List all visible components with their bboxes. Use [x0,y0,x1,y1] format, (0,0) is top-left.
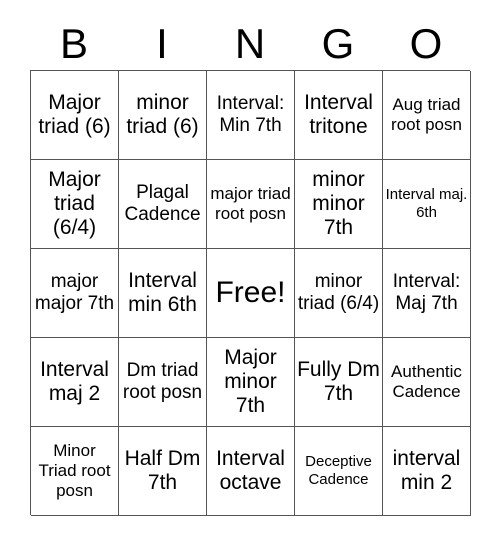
bingo-cell-label: Deceptive Cadence [305,453,372,488]
bingo-cell-label: Authentic Cadence [391,362,462,401]
bingo-header-row: B I N G O [30,18,470,70]
bingo-cell-r1c3[interactable]: Interval: Min 7th [207,71,295,160]
bingo-cell-r2c2[interactable]: Plagal Cadence [119,160,207,249]
bingo-cell-label: Major minor 7th [224,346,277,417]
bingo-cell-label: Interval maj 2 [40,358,109,405]
bingo-cell-label: Aug triad root posn [391,95,462,134]
bingo-cell-r2c5[interactable]: Interval maj. 6th [383,160,471,249]
bingo-grid: Major triad (6) minor triad (6) Interval… [30,70,471,516]
bingo-cell-label: interval min 2 [392,447,461,494]
bingo-cell-r1c2[interactable]: minor triad (6) [119,71,207,160]
bingo-cell-r2c4[interactable]: minor minor 7th [295,160,383,249]
bingo-cell-r1c1[interactable]: Major triad (6) [31,71,119,160]
bingo-cell-label: minor triad (6) [126,91,199,138]
bingo-cell-r2c1[interactable]: Major triad (6/4) [31,160,119,249]
bingo-free-space-label: Free! [215,276,286,310]
bingo-card: B I N G O Major triad (6) minor triad (6… [0,0,500,544]
bingo-cell-label: Interval tritone [304,91,373,138]
bingo-cell-label: minor minor 7th [312,168,365,239]
bingo-cell-r5c1[interactable]: Minor Triad root posn [31,427,119,516]
bingo-cell-r3c5[interactable]: Interval: Maj 7th [383,249,471,338]
bingo-header-letter-g: G [321,20,355,67]
bingo-cell-r5c3[interactable]: Interval octave [207,427,295,516]
bingo-cell-free-space[interactable]: Free! [207,249,295,338]
bingo-cell-r3c2[interactable]: Interval min 6th [119,249,207,338]
bingo-header-letter-n: N [234,20,266,67]
bingo-cell-r5c4[interactable]: Deceptive Cadence [295,427,383,516]
bingo-cell-label: major triad root posn [210,184,291,223]
bingo-cell-r5c5[interactable]: interval min 2 [383,427,471,516]
bingo-cell-r4c5[interactable]: Authentic Cadence [383,338,471,427]
bingo-cell-r1c5[interactable]: Aug triad root posn [383,71,471,160]
bingo-cell-label: Fully Dm 7th [297,358,380,405]
bingo-cell-label: Interval octave [216,447,285,494]
bingo-cell-label: Major triad (6) [38,91,111,138]
bingo-cell-r4c4[interactable]: Fully Dm 7th [295,338,383,427]
bingo-cell-r3c4[interactable]: minor triad (6/4) [295,249,383,338]
bingo-cell-label: major major 7th [34,271,115,314]
bingo-cell-label: Minor Triad root posn [38,441,111,500]
bingo-header-letter-i: I [156,20,168,67]
bingo-cell-r1c4[interactable]: Interval tritone [295,71,383,160]
bingo-cell-label: Major triad (6/4) [48,168,101,239]
bingo-cell-label: Interval: Maj 7th [392,271,461,314]
bingo-cell-label: Half Dm 7th [124,447,201,494]
bingo-cell-label: Plagal Cadence [124,182,201,225]
bingo-cell-label: Interval min 6th [128,269,197,316]
bingo-cell-r4c2[interactable]: Dm triad root posn [119,338,207,427]
bingo-cell-label: Interval maj. 6th [385,186,468,221]
bingo-cell-label: Dm triad root posn [122,360,203,403]
bingo-cell-r5c2[interactable]: Half Dm 7th [119,427,207,516]
bingo-header-letter-o: O [409,20,443,67]
bingo-header-letter-b: B [59,20,88,67]
bingo-cell-label: minor triad (6/4) [297,271,380,314]
bingo-cell-r2c3[interactable]: major triad root posn [207,160,295,249]
bingo-cell-label: Interval: Min 7th [216,93,285,136]
bingo-cell-r4c1[interactable]: Interval maj 2 [31,338,119,427]
bingo-cell-r4c3[interactable]: Major minor 7th [207,338,295,427]
bingo-cell-r3c1[interactable]: major major 7th [31,249,119,338]
